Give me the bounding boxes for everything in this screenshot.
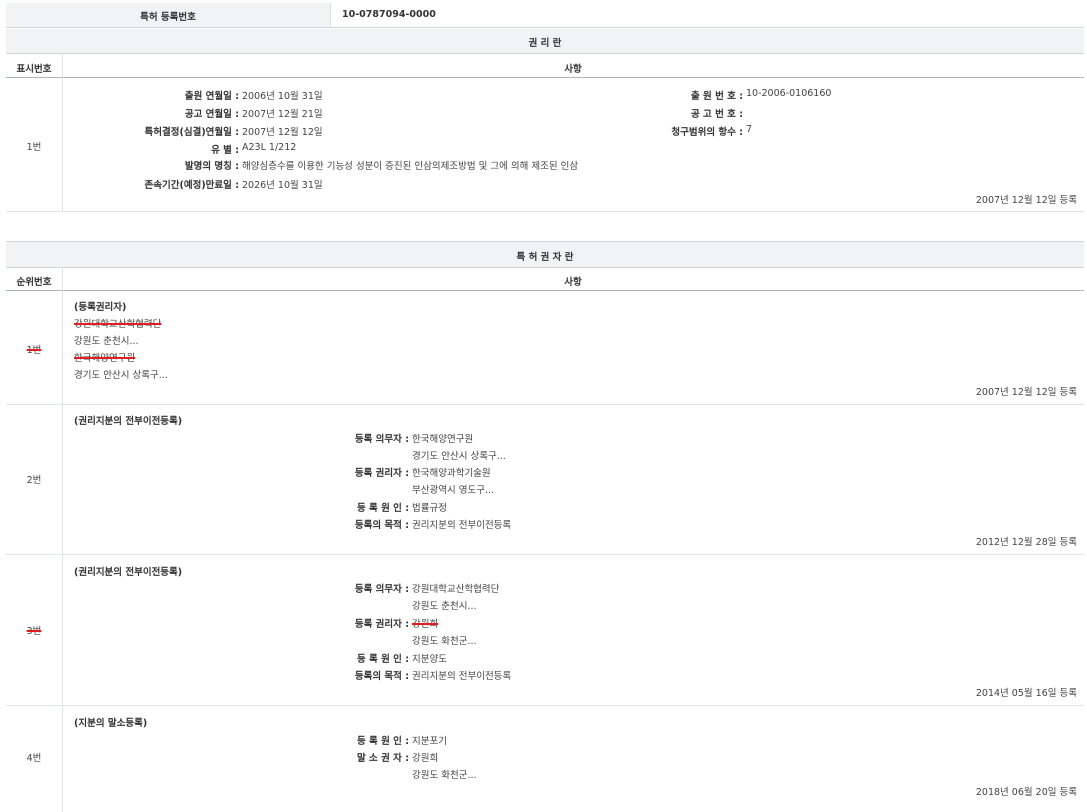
holder-row-3-label-purpose: 등록의 목적 : bbox=[355, 668, 409, 682]
rights-value-application-no: 10-2006-0106160 bbox=[746, 88, 831, 99]
holder-row-3-value: 강원희 bbox=[412, 616, 438, 630]
divider bbox=[6, 77, 1084, 78]
holder-row-4-date: 2018년 06월 20일 등록 bbox=[976, 784, 1077, 798]
holder-row-3-value: 강원대학교산학협력단 bbox=[412, 581, 499, 595]
holder-row-3-value: 강원도 화천군... bbox=[412, 633, 477, 647]
holder-row-2-value: 권리지분의 전부이전등록 bbox=[412, 517, 511, 531]
holder-row-1-date: 2007년 12월 12일 등록 bbox=[976, 384, 1077, 398]
holder-row-2-value: 부산광역시 영도구... bbox=[412, 482, 494, 496]
holder-row-3-label-holder: 등록 권리자 : bbox=[355, 616, 409, 630]
holder-row-2-label-obligor: 등록 의무자 : bbox=[355, 431, 409, 445]
reg-no-label: 특허 등록번호 bbox=[6, 9, 330, 23]
rights-col-no-header: 표시번호 bbox=[6, 61, 62, 75]
holder-row-2-heading: (권리지분의 전부이전등록) bbox=[74, 413, 182, 427]
holder-row-2-label-cause: 등 록 원 인 : bbox=[357, 500, 409, 514]
divider bbox=[6, 554, 1084, 555]
rights-section-title: 권 리 란 bbox=[6, 35, 1084, 49]
divider bbox=[6, 211, 1084, 212]
holder-row-2-label-purpose: 등록의 목적 : bbox=[355, 517, 409, 531]
rights-value-decision-date: 2007년 12월 12일 bbox=[242, 124, 323, 138]
rights-label-claim-count: 청구범위의 항수 : bbox=[671, 124, 743, 138]
holder-row-1-no: 1번 bbox=[6, 342, 62, 356]
column-divider bbox=[62, 54, 63, 212]
holder-col-item-header: 사항 bbox=[62, 274, 1084, 288]
holder-row-4-value: 지분포기 bbox=[412, 733, 447, 747]
holder-row-2-date: 2012년 12월 28일 등록 bbox=[976, 534, 1077, 548]
holder-row-3-heading: (권리지분의 전부이전등록) bbox=[74, 564, 182, 578]
reg-no-value: 10-0787094-0000 bbox=[342, 9, 436, 20]
holder-row-4-label-cause: 등 록 원 인 : bbox=[357, 733, 409, 747]
holder-row-2-value: 한국해양연구원 bbox=[412, 431, 473, 445]
rights-label-publication-date: 공고 연월일 : bbox=[185, 106, 239, 120]
holder-row-2-value: 한국해양과학기술원 bbox=[412, 465, 491, 479]
holder-row-4-label-canceller: 말 소 권 자 : bbox=[357, 750, 409, 764]
holder-row-1-line: 경기도 안산시 상록구... bbox=[74, 367, 168, 381]
holder-section-title: 특 허 권 자 란 bbox=[6, 249, 1084, 263]
holder-row-4-value: 강원도 화천군... bbox=[412, 767, 477, 781]
divider bbox=[6, 267, 1084, 268]
holder-row-3-date: 2014년 05월 16일 등록 bbox=[976, 685, 1077, 699]
divider bbox=[6, 27, 1084, 28]
rights-registration-date: 2007년 12월 12일 등록 bbox=[976, 192, 1077, 206]
holder-row-3-value: 강원도 춘천시... bbox=[412, 598, 477, 612]
rights-entry-no: 1번 bbox=[6, 139, 62, 153]
rights-value-invention-title: 해양심층수를 이용한 기능성 성분이 증진된 인삼의제조방법 및 그에 의해 제… bbox=[242, 158, 578, 172]
holder-row-1-line: 강원도 춘천시... bbox=[74, 333, 139, 347]
column-divider bbox=[62, 268, 63, 812]
rights-value-class: A23L 1/212 bbox=[242, 142, 296, 153]
divider bbox=[6, 53, 1084, 54]
holder-row-4-heading: (지분의 말소등록) bbox=[74, 715, 147, 729]
holder-row-3-label-cause: 등 록 원 인 : bbox=[357, 651, 409, 665]
holder-col-no-header: 순위번호 bbox=[6, 274, 62, 288]
rights-label-expiry-date: 존속기간(예정)만료일 : bbox=[145, 177, 239, 191]
holder-row-2-value: 경기도 안산시 상록구... bbox=[412, 448, 506, 462]
holder-row-1-line: 강원대학교산학협력단 bbox=[74, 316, 161, 330]
rights-label-publication-no: 공 고 번 호 : bbox=[691, 106, 743, 120]
holder-row-3-no: 3번 bbox=[6, 623, 62, 637]
divider bbox=[6, 290, 1084, 291]
rights-col-item-header: 사항 bbox=[62, 61, 1084, 75]
rights-value-filing-date: 2006년 10월 31일 bbox=[242, 88, 323, 102]
rights-value-publication-date: 2007년 12월 21일 bbox=[242, 106, 323, 120]
rights-value-claim-count: 7 bbox=[746, 124, 752, 135]
holder-row-3-label-obligor: 등록 의무자 : bbox=[355, 581, 409, 595]
holder-row-3-value: 지분양도 bbox=[412, 651, 447, 665]
holder-row-2-value: 법률규정 bbox=[412, 500, 447, 514]
holder-row-2-label-holder: 등록 권리자 : bbox=[355, 465, 409, 479]
rights-value-expiry-date: 2026년 10월 31일 bbox=[242, 177, 323, 191]
divider bbox=[6, 404, 1084, 405]
holder-row-1-line: 한국해양연구원 bbox=[74, 350, 135, 364]
rights-label-filing-date: 출원 연월일 : bbox=[185, 88, 239, 102]
reg-no-divider bbox=[330, 3, 331, 27]
holder-row-3-value: 권리지분의 전부이전등록 bbox=[412, 668, 511, 682]
rights-label-invention-title: 발명의 명칭 : bbox=[185, 158, 239, 172]
divider bbox=[6, 705, 1084, 706]
rights-label-class: 유 별 : bbox=[211, 142, 239, 156]
rights-label-application-no: 출 원 번 호 : bbox=[691, 88, 743, 102]
holder-row-4-value: 강원희 bbox=[412, 750, 438, 764]
holder-row-4-no: 4번 bbox=[6, 750, 62, 764]
holder-row-2-no: 2번 bbox=[6, 472, 62, 486]
rights-label-decision-date: 특허결정(심결)연월일 : bbox=[145, 124, 239, 138]
holder-row-1-heading: (등록권리자) bbox=[74, 299, 126, 313]
